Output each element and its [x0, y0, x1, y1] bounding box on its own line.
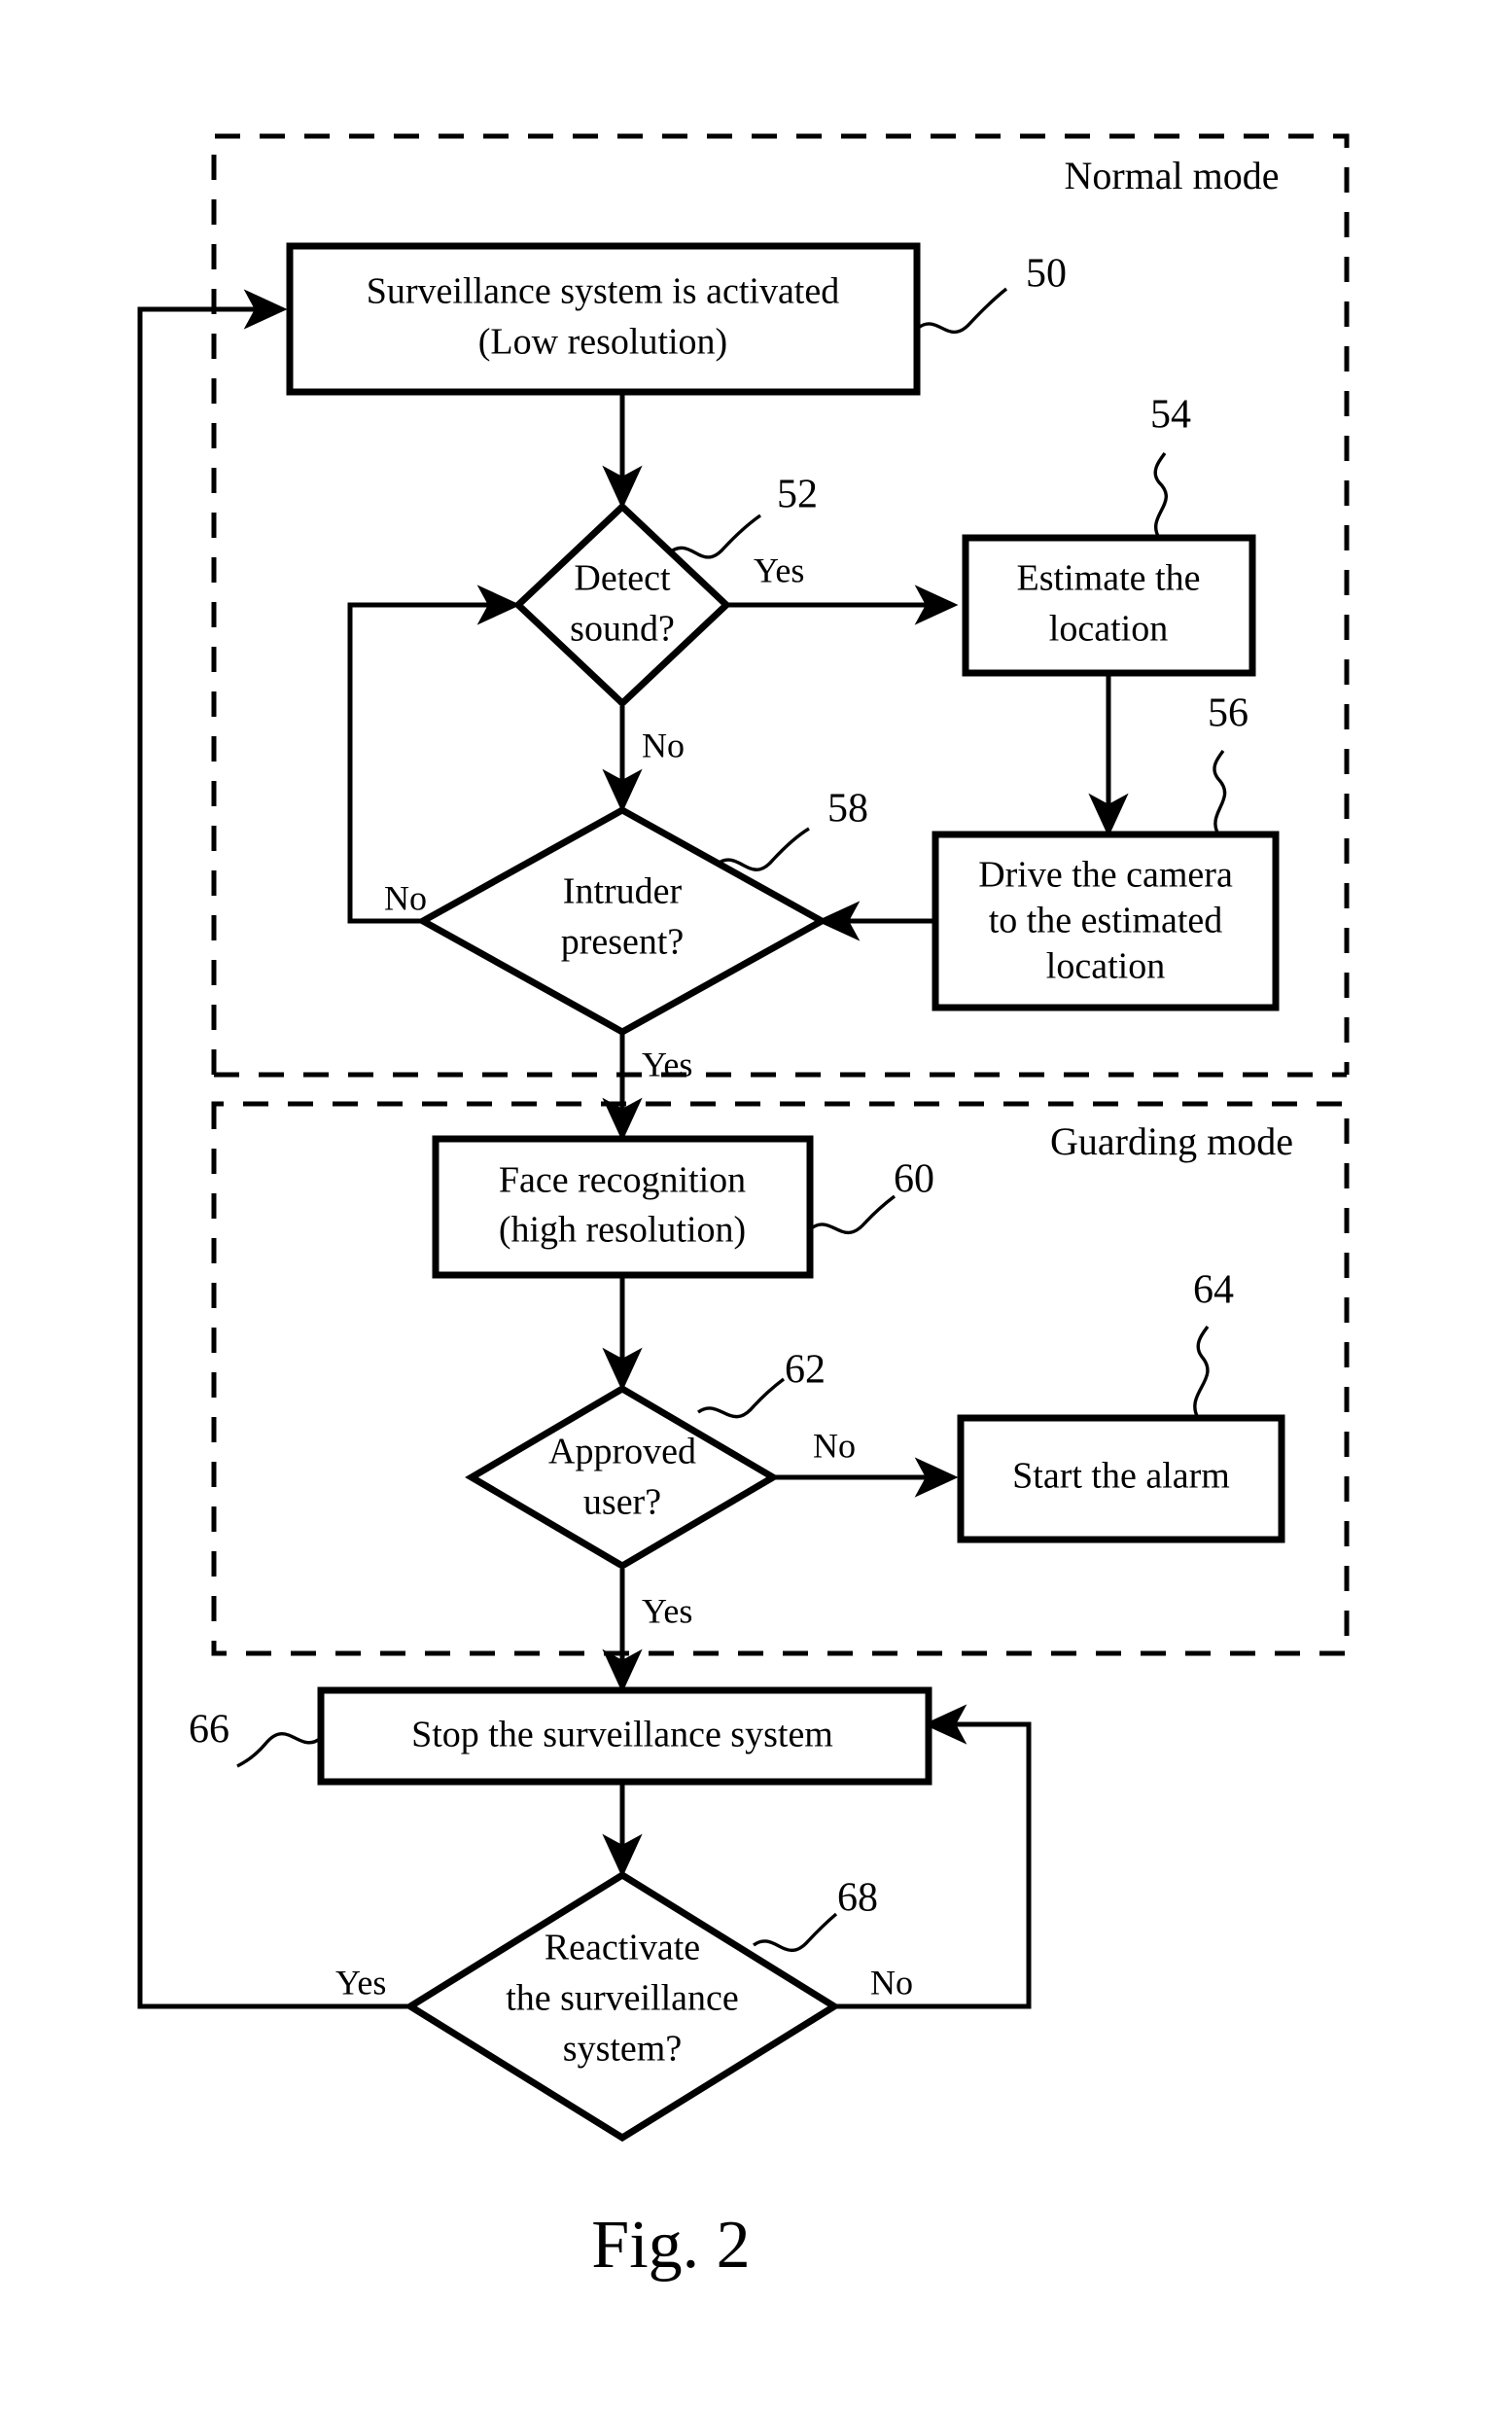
node-intruder-line-1: Intruder [563, 871, 683, 912]
ref-number-60: 60 [894, 1157, 934, 1202]
ref-number-54: 54 [1150, 393, 1191, 438]
ref-leader-68 [753, 1912, 838, 1953]
node-start-alarm[interactable]: Start the alarm [957, 1414, 1285, 1543]
ref-number-62: 62 [785, 1348, 826, 1393]
node-face-recognition[interactable]: Face recognition (high resolution) [432, 1135, 814, 1279]
node-face-line-1: Face recognition [499, 1160, 746, 1201]
node-drive-camera[interactable]: Drive the camera to the estimated locati… [932, 831, 1280, 1011]
branch-approved-no: No [813, 1426, 856, 1465]
flowchart-svg: Normal mode Guarding mode Surveillance s… [137, 133, 1350, 2283]
figure-caption: Fig. 2 [591, 2208, 750, 2283]
node-stop-line-1: Stop the surveillance system [411, 1715, 833, 1755]
ref-number-68: 68 [837, 1876, 878, 1921]
node-reactivate-line-3: system? [563, 2029, 682, 2070]
ref-number-58: 58 [827, 787, 868, 832]
ref-leader-66 [236, 1732, 323, 1768]
node-activate-line-2: (Low resolution) [478, 322, 727, 363]
node-activate[interactable]: Surveillance system is activated (Low re… [286, 242, 921, 396]
branch-approved-yes: Yes [642, 1591, 692, 1630]
ref-number-52: 52 [777, 473, 818, 517]
node-stop-surveillance[interactable]: Stop the surveillance system [317, 1686, 932, 1786]
node-drive-line-2: to the estimated [989, 901, 1223, 941]
ref-leader-52 [670, 514, 761, 559]
node-estimate-line-1: Estimate the [1017, 558, 1201, 599]
ref-number-56: 56 [1208, 691, 1248, 736]
node-approved-line-2: user? [583, 1482, 661, 1523]
ref-leader-64 [1193, 1325, 1210, 1419]
node-estimate-line-2: location [1049, 609, 1168, 650]
branch-reactivate-yes: Yes [335, 1963, 386, 2002]
guarding-mode-label: Guarding mode [1050, 1119, 1293, 1163]
ref-number-50: 50 [1026, 252, 1067, 297]
node-intruder-line-2: present? [561, 922, 685, 963]
ref-leader-58 [717, 827, 810, 871]
node-activate-line-1: Surveillance system is activated [367, 271, 839, 312]
branch-intruder-yes: Yes [642, 1045, 692, 1083]
branch-intruder-no: No [384, 878, 427, 917]
ref-leader-62 [697, 1377, 786, 1419]
node-drive-line-1: Drive the camera [978, 855, 1233, 896]
ref-leader-56 [1213, 749, 1227, 835]
node-reactivate-line-2: the surveillance [506, 1978, 739, 2019]
branch-reactivate-no: No [870, 1963, 913, 2002]
ref-leader-60 [808, 1194, 897, 1235]
edge-intruder-no-loop [347, 585, 521, 924]
node-detect-line-2: sound? [570, 609, 675, 650]
node-intruder-present[interactable]: Intruder present? [415, 805, 829, 1037]
node-reactivate[interactable]: Reactivate the surveillance system? [404, 1870, 841, 2143]
patent-figure-page: Normal mode Guarding mode Surveillance s… [0, 0, 1512, 2410]
node-drive-line-3: location [1046, 946, 1165, 987]
ref-number-64: 64 [1193, 1268, 1234, 1313]
ref-leader-50 [915, 287, 1008, 335]
branch-detect-yes: Yes [754, 550, 804, 589]
node-detect-sound[interactable]: Detect sound? [512, 502, 732, 708]
branch-detect-no: No [642, 726, 685, 764]
ref-number-66: 66 [189, 1708, 229, 1753]
node-detect-line-1: Detect [574, 558, 671, 599]
node-reactivate-line-1: Reactivate [545, 1928, 700, 1968]
node-face-line-2: (high resolution) [499, 1210, 746, 1251]
ref-leader-54 [1153, 451, 1168, 539]
node-estimate-location[interactable]: Estimate the location [962, 534, 1256, 677]
node-approved-line-1: Approved [548, 1432, 696, 1472]
normal-mode-label: Normal mode [1064, 154, 1279, 197]
node-alarm-line-1: Start the alarm [1012, 1456, 1230, 1497]
